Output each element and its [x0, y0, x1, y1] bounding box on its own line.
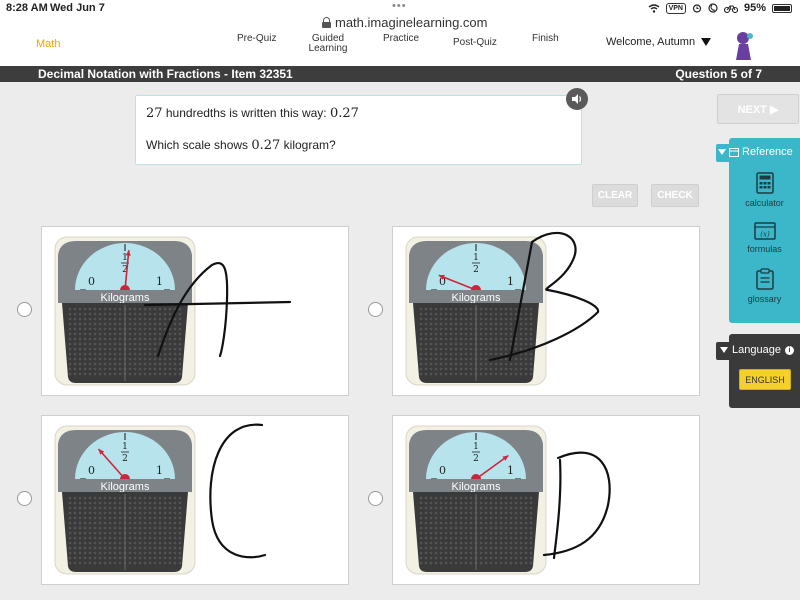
bike-icon: [723, 5, 738, 13]
dial-label-one: 1: [507, 275, 514, 288]
nav-practice[interactable]: Practice: [383, 34, 419, 44]
question-prompt: 27 hundredths is written this way: 0.27 …: [135, 95, 582, 165]
question-counter: Question 5 of 7: [675, 67, 762, 81]
dial-label-one: 1: [507, 464, 514, 477]
answer-card-b[interactable]: 0 1 1 2 Kilograms: [392, 226, 700, 396]
status-indicators: VPN 95%: [648, 2, 792, 14]
next-button[interactable]: NEXT ▶: [717, 94, 799, 124]
collapse-icon: [720, 347, 728, 353]
status-time: 8:28 AM: [6, 2, 48, 14]
url-text: math.imaginelearning.com: [335, 15, 488, 30]
nav-post-quiz[interactable]: Post-Quiz: [453, 38, 497, 48]
dial-label-zero: 0: [88, 464, 95, 477]
reference-glossary[interactable]: glossary: [729, 268, 800, 304]
lock-icon: [322, 17, 331, 28]
answer-radio-a[interactable]: [17, 302, 32, 317]
status-date: Wed Jun 7: [50, 2, 105, 14]
answer-card-d[interactable]: 0 1 1 2 Kilograms: [392, 415, 700, 585]
speaker-icon: [572, 94, 582, 104]
clear-button[interactable]: CLEAR: [592, 184, 638, 207]
multitask-dots[interactable]: •••: [392, 0, 407, 12]
language-title: Language: [732, 344, 781, 356]
formulas-icon: (x): [753, 222, 776, 240]
dial-label-zero: 0: [88, 275, 95, 288]
subject-logo[interactable]: Math: [36, 38, 60, 50]
answer-card-a[interactable]: 0 1 1 2 Kilograms: [41, 226, 349, 396]
dial-label-half-num: 1: [473, 253, 479, 263]
answer-radio-b[interactable]: [368, 302, 383, 317]
info-icon[interactable]: i: [784, 345, 794, 355]
avatar[interactable]: [728, 30, 756, 64]
unit-label: Kilograms: [452, 292, 501, 304]
moon-icon: [708, 3, 718, 13]
audio-button[interactable]: [566, 88, 588, 110]
english-button[interactable]: ENGLISH: [739, 369, 791, 390]
lesson-title: Decimal Notation with Fractions - Item 3…: [38, 67, 293, 81]
calculator-icon: [755, 172, 774, 194]
reference-calculator[interactable]: calculator: [729, 172, 800, 208]
scale-illustration: 0 112Kilograms: [54, 236, 196, 386]
welcome-text: Welcome, Autumn: [606, 36, 696, 48]
unit-label: Kilograms: [452, 481, 501, 493]
nav-finish[interactable]: Finish: [532, 34, 559, 44]
dial-label-half-den: 2: [122, 454, 128, 464]
answer-radio-c[interactable]: [17, 491, 32, 506]
formulas-label: formulas: [747, 244, 782, 254]
reference-header[interactable]: Reference: [718, 146, 793, 158]
calculator-label: calculator: [745, 198, 784, 208]
vpn-icon: VPN: [665, 2, 686, 14]
dial-label-half-num: 1: [122, 442, 128, 452]
dial-label-half-num: 1: [473, 442, 479, 452]
scale-illustration: 0 1 1 2 Kilograms: [405, 425, 547, 575]
wifi-icon: [648, 3, 659, 13]
alarm-icon: [692, 4, 702, 13]
battery-percent: 95%: [743, 2, 766, 14]
top-navigation: Math Pre-Quiz Guided Learning Practice P…: [0, 32, 800, 66]
reference-title: Reference: [742, 146, 793, 158]
dial-label-half-den: 2: [473, 265, 479, 275]
glossary-label: glossary: [747, 294, 782, 304]
dial-label-one: 1: [156, 464, 163, 477]
dial-label-half-den: 2: [473, 454, 479, 464]
prompt-line-1: 27 hundredths is written this way: 0.27: [146, 106, 359, 121]
unit-label: Kilograms: [101, 481, 150, 493]
language-header[interactable]: Language i: [720, 344, 794, 356]
glossary-icon: [755, 268, 774, 290]
reference-formulas[interactable]: (x) formulas: [729, 222, 800, 254]
svg-text:(x): (x): [760, 231, 770, 239]
unit-label: Kilograms: [101, 292, 150, 304]
answer-card-c[interactable]: 0 1 1 2 Kilograms: [41, 415, 349, 585]
collapse-icon: [718, 149, 726, 155]
answer-radio-d[interactable]: [368, 491, 383, 506]
check-button[interactable]: CHECK: [651, 184, 699, 207]
nav-pre-quiz[interactable]: Pre-Quiz: [237, 34, 276, 44]
address-bar[interactable]: math.imaginelearning.com: [322, 15, 487, 30]
reference-book-icon: [729, 147, 739, 157]
chevron-down-icon: [701, 38, 712, 46]
user-menu[interactable]: Welcome, Autumn: [606, 36, 712, 48]
scale-illustration: 0 1 1 2 Kilograms: [54, 425, 196, 575]
lesson-title-bar: Decimal Notation with Fractions - Item 3…: [0, 66, 800, 82]
prompt-line-2: Which scale shows 0.27 kilogram?: [146, 138, 336, 153]
status-bar: 8:28 AM Wed Jun 7 ••• math.imaginelearni…: [0, 0, 800, 34]
dial-label-one: 1: [156, 275, 163, 288]
battery-icon: [772, 3, 792, 13]
scale-illustration: 0 112Kilograms: [405, 236, 547, 386]
nav-guided-learning[interactable]: Guided Learning: [305, 34, 351, 54]
dial-label-zero: 0: [439, 464, 446, 477]
